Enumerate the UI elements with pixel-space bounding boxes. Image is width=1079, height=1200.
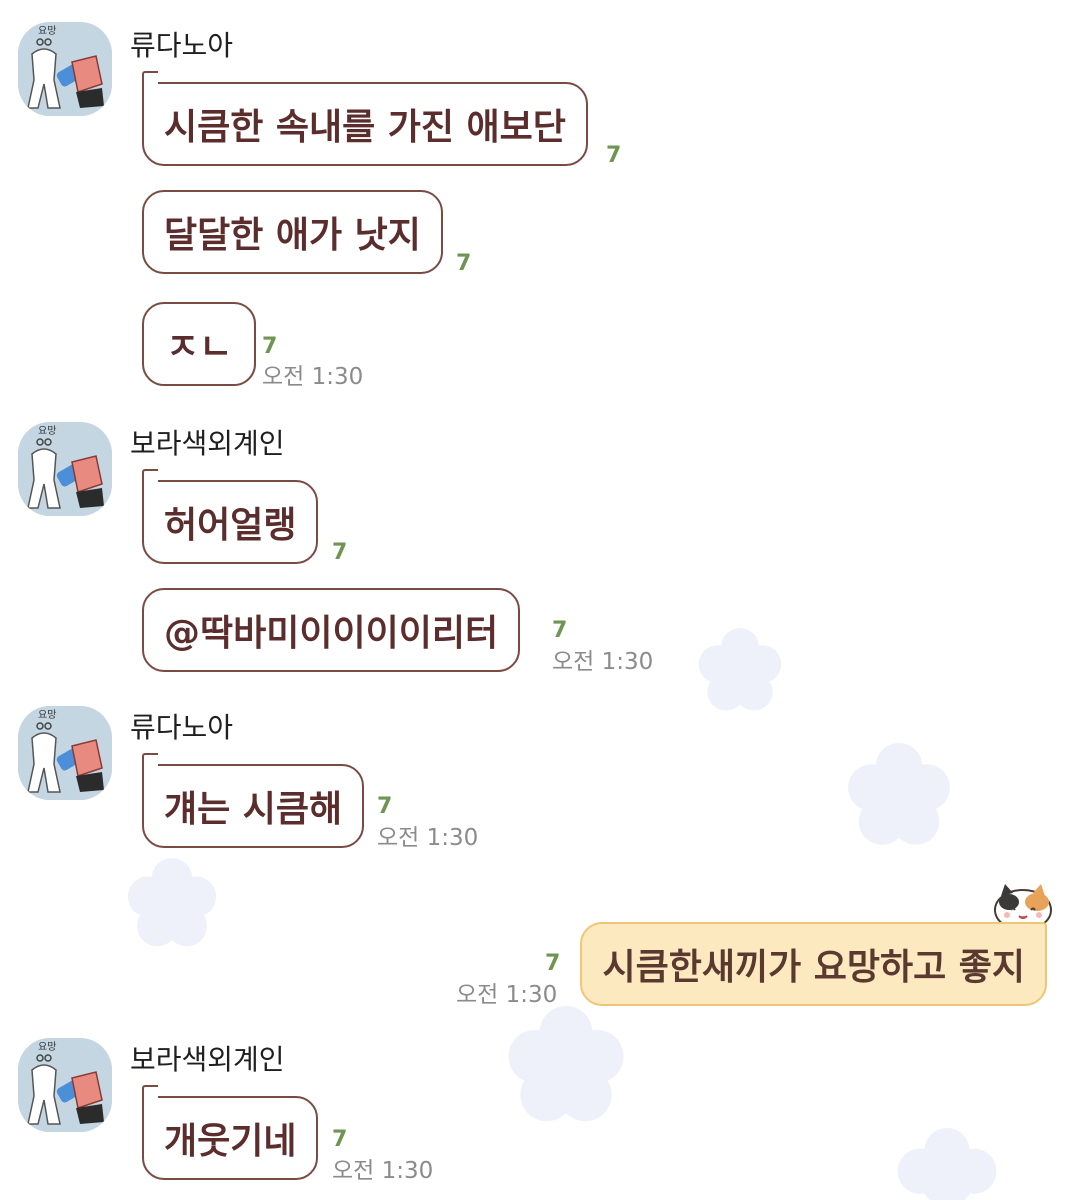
background-cloud: [127, 858, 217, 947]
sender-name: 보라색외계인: [130, 427, 285, 460]
message-bubble[interactable]: @딱바미이이이이리터: [142, 588, 521, 672]
unread-count: 7: [456, 251, 472, 276]
sender-name: 보라색외계인: [130, 1043, 285, 1076]
message-bubble[interactable]: 허어얼랭: [141, 469, 319, 564]
unread-count: 7: [552, 618, 568, 643]
message-bubble[interactable]: 달달한 애가 낫지: [142, 190, 443, 274]
profile-avatar[interactable]: 요망: [18, 706, 112, 800]
profile-avatar[interactable]: 요망: [18, 1038, 112, 1132]
my-message-bubble[interactable]: 시큼한새끼가 요망하고 좋지: [580, 922, 1047, 1006]
svg-text:요망: 요망: [38, 1041, 56, 1053]
profile-avatar[interactable]: 요망: [18, 422, 112, 516]
background-cloud: [848, 743, 950, 845]
message-time: 오전 1:30: [262, 364, 364, 390]
unread-count: 7: [332, 540, 348, 565]
message-time: 오전 1:30: [552, 649, 654, 675]
unread-count: 7: [377, 794, 393, 819]
background-cloud: [897, 1128, 997, 1200]
unread-count: 7: [332, 1127, 348, 1152]
svg-text:요망: 요망: [38, 25, 56, 37]
message-time: 오전 1:30: [332, 1158, 434, 1184]
svg-text:요망: 요망: [38, 425, 56, 437]
message-bubble[interactable]: ㅈㄴ: [142, 302, 257, 386]
unread-count: 7: [606, 143, 622, 168]
profile-avatar[interactable]: 요망: [18, 22, 112, 116]
message-bubble[interactable]: 걔는 시큼해: [141, 753, 365, 848]
sender-name: 류다노아: [130, 29, 234, 62]
unread-count: 7: [262, 334, 278, 359]
message-time: 오전 1:30: [456, 982, 558, 1008]
background-cloud: [508, 1006, 624, 1122]
background-cloud: [698, 628, 782, 711]
sender-name: 류다노아: [130, 711, 234, 744]
unread-count: 7: [545, 951, 561, 976]
svg-text:요망: 요망: [38, 709, 56, 721]
message-time: 오전 1:30: [377, 825, 479, 851]
message-bubble[interactable]: 개웃기네: [141, 1085, 319, 1180]
message-bubble[interactable]: 시큼한 속내를 가진 애보단: [141, 71, 588, 166]
